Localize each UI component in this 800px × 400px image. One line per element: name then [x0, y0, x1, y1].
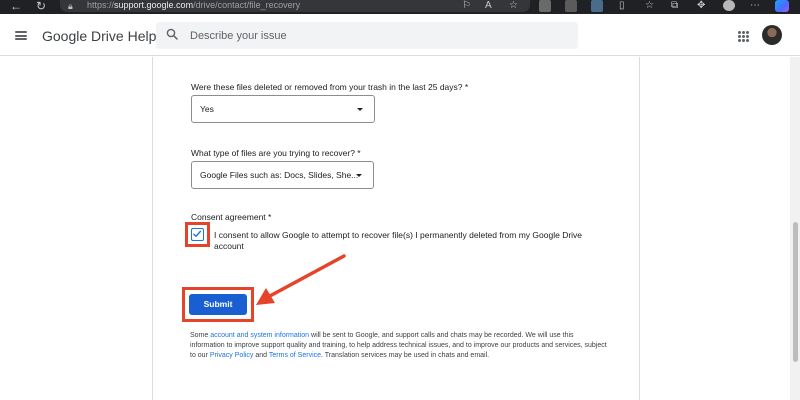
back-arrow-icon[interactable]: ← [10, 0, 22, 14]
search-input[interactable] [190, 26, 560, 45]
browser-toolbar: ← ↻ 🔒︎ https://support.google.com/drive/… [0, 0, 800, 14]
search-box[interactable] [156, 22, 578, 49]
file-type-value: Google Files such as: Docs, Slides, She.… [200, 170, 359, 180]
consent-text[interactable]: I consent to allow Google to attempt to … [214, 230, 614, 252]
url-prefix: https:// [87, 0, 115, 10]
deleted-recently-select[interactable]: Yes [191, 95, 375, 123]
favorite-star-icon[interactable]: ☆ [509, 0, 518, 12]
lock-icon: 🔒︎ [68, 1, 73, 11]
help-header: Google Drive Help [0, 14, 800, 56]
collections-icon[interactable]: ⧉ [671, 0, 678, 12]
disclaimer-text: . Translation services may be used in ch… [321, 352, 490, 359]
extensions-icon[interactable]: ✥ [697, 0, 705, 12]
privacy-disclaimer: Some account and system information will… [190, 331, 610, 361]
app-title[interactable]: Google Drive Help [42, 28, 156, 44]
account-info-link[interactable]: account and system information [210, 332, 309, 339]
dropdown-caret-icon [357, 108, 363, 111]
question-deleted-recently-label: Were these files deleted or removed from… [191, 82, 469, 92]
more-options-icon[interactable]: ⋯ [750, 0, 760, 12]
question-file-type-label: What type of files are you trying to rec… [191, 148, 361, 158]
url-text: https://support.google.com/drive/contact… [87, 0, 300, 11]
scrollbar-thumb[interactable] [793, 222, 798, 362]
checkbox-highlight-box [185, 222, 210, 247]
profile-avatar[interactable] [723, 0, 735, 11]
search-icon[interactable] [166, 28, 178, 40]
address-bar[interactable]: 🔒︎ https://support.google.com/drive/cont… [60, 0, 530, 12]
disclaimer-text: and [253, 352, 269, 359]
url-path: /drive/contact/file_recovery [193, 0, 301, 10]
copilot-icon[interactable] [775, 0, 789, 12]
refresh-icon[interactable]: ↻ [36, 0, 46, 14]
dropdown-caret-icon [356, 174, 362, 177]
google-apps-icon[interactable] [738, 31, 749, 42]
deleted-recently-value: Yes [200, 104, 214, 114]
split-screen-icon[interactable]: ▯ [619, 0, 625, 12]
terms-of-service-link[interactable]: Terms of Service [269, 352, 321, 359]
hamburger-menu-icon[interactable] [15, 31, 27, 40]
extension-icon[interactable] [539, 0, 551, 12]
privacy-policy-link[interactable]: Privacy Policy [210, 352, 254, 359]
account-avatar[interactable] [762, 25, 782, 45]
url-domain: support.google.com [114, 0, 194, 10]
extension-icon[interactable] [591, 0, 603, 12]
read-aloud-icon[interactable]: A [485, 0, 492, 12]
disclaimer-text: Some [190, 332, 211, 339]
favorites-icon[interactable]: ☆ [645, 0, 654, 12]
extension-icon[interactable] [565, 0, 577, 12]
annotation-arrow-icon [256, 254, 346, 305]
translate-icon[interactable]: ⚐ [462, 0, 471, 12]
file-type-select[interactable]: Google Files such as: Docs, Slides, She.… [191, 161, 374, 189]
